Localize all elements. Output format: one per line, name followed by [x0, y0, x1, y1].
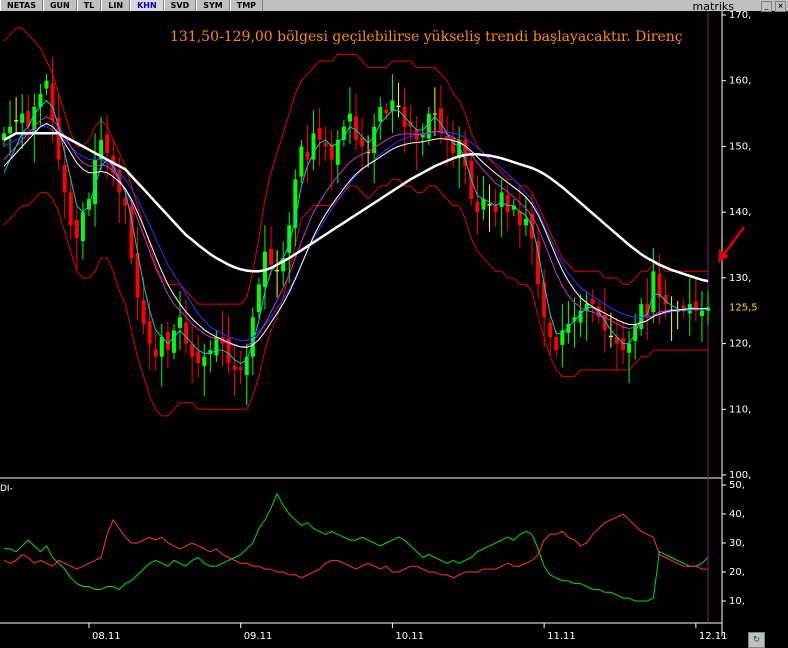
candle-body — [8, 126, 13, 134]
date-tick-label: 12.11 — [699, 631, 728, 642]
candle-body — [44, 80, 49, 89]
candle-body — [105, 134, 110, 153]
candle-body — [68, 192, 73, 226]
candles — [2, 57, 710, 406]
indicator-tick-label: 20, — [729, 567, 745, 578]
candle-body — [275, 269, 280, 272]
price-tick-label: 150, — [729, 141, 751, 152]
candle-body — [384, 109, 389, 114]
candle-body — [141, 300, 146, 324]
toolbar-button-tmp[interactable]: TMP — [229, 0, 264, 11]
date-tick-label: 09.11 — [244, 631, 273, 642]
candle-body — [20, 113, 25, 123]
candle-body — [305, 151, 310, 160]
price-tick-label: 110, — [729, 404, 751, 415]
candle-body — [493, 205, 498, 213]
date-tick-label: 11.11 — [547, 631, 576, 642]
candle-body — [317, 128, 322, 140]
moving-average-blue-line — [3, 126, 709, 341]
candle-body — [165, 331, 170, 351]
candle-body — [147, 321, 152, 344]
candle-body — [481, 199, 486, 210]
refresh-icon[interactable]: ↻ — [748, 632, 765, 648]
toolbar-button-gun[interactable]: GUN — [42, 0, 77, 11]
candle-body — [432, 113, 437, 115]
brand-logo: matriks — [688, 0, 738, 13]
indicator-tick-label: 50, — [729, 480, 745, 491]
candle-body — [269, 248, 274, 265]
candle-body — [475, 201, 480, 213]
long-moving-average-line — [3, 132, 709, 283]
candle-body — [354, 116, 358, 140]
candle-body — [699, 310, 704, 316]
candle-body — [548, 322, 553, 337]
candle-body — [202, 356, 207, 366]
candle-body — [323, 142, 328, 147]
candle-body — [178, 317, 182, 328]
candle-body — [159, 337, 164, 357]
toolbar-button-tl[interactable]: TL — [76, 0, 102, 11]
date-tick-label: 10.11 — [395, 631, 424, 642]
candle-body — [627, 343, 632, 353]
candle-body — [62, 164, 67, 193]
candle-body — [426, 113, 431, 139]
price-tick-label: 130, — [729, 273, 751, 284]
candle-body — [651, 271, 656, 313]
candle-body — [171, 330, 176, 353]
candle-body — [390, 100, 395, 111]
candle-body — [608, 335, 613, 337]
candle-body — [499, 192, 504, 207]
date-tick-label: 08.11 — [92, 631, 121, 642]
indicator-series-1 — [4, 492, 709, 602]
chart-area: 170,160,150,140,130,120,110,100,50,40,30… — [0, 11, 758, 642]
indicator-label: DI- — [0, 484, 13, 494]
price-tick-label: 170, — [729, 11, 751, 21]
indicator-series-2 — [3, 513, 708, 579]
toolbar: NETAS GUN TL LIN KHN SVD SYM TMP — [0, 0, 788, 11]
candle-body — [238, 367, 243, 370]
candle-body — [256, 284, 261, 313]
candle-body — [50, 83, 55, 121]
indicator-tick-label: 40, — [729, 509, 745, 520]
toolbar-button-lin[interactable]: LIN — [101, 0, 131, 11]
candle-body — [232, 365, 237, 370]
candle-body — [451, 137, 456, 153]
candle-body — [487, 204, 492, 206]
candle-body — [299, 146, 304, 177]
candle-body — [378, 107, 383, 122]
toolbar-button-netas[interactable]: NETAS — [0, 0, 43, 11]
chart-annotation: 131,50-129,00 bölgesi geçilebilirse yüks… — [170, 29, 683, 45]
candle-body — [505, 195, 510, 213]
price-tick-label: 140, — [729, 207, 751, 218]
candle-body — [74, 220, 79, 239]
last-price-label: 125,5 — [729, 302, 758, 313]
candle-body — [80, 212, 85, 242]
candle-body — [590, 298, 595, 305]
indicator-tick-label: 30, — [729, 538, 745, 549]
price-tick-label: 120, — [729, 339, 751, 350]
candle-body — [153, 348, 158, 357]
candle-body — [438, 108, 443, 134]
candle-body — [14, 120, 19, 122]
candle-body — [347, 113, 352, 122]
toolbar-button-khn[interactable]: KHN — [130, 0, 164, 11]
moving-average-white-line — [3, 122, 709, 349]
candle-body — [621, 338, 626, 351]
candle-body — [463, 139, 468, 167]
price-tick-label: 160, — [729, 76, 751, 87]
candle-body — [396, 105, 401, 107]
candle-body — [184, 322, 189, 344]
candle-body — [542, 281, 547, 318]
indicator-tick-label: 10, — [729, 596, 745, 607]
candle-body — [196, 351, 201, 364]
toolbar-button-svd[interactable]: SVD — [163, 0, 197, 11]
candle-body — [523, 218, 528, 226]
arrow-shaft — [720, 226, 746, 258]
toolbar-button-sym[interactable]: SYM — [196, 0, 230, 11]
candle-body — [554, 337, 559, 351]
